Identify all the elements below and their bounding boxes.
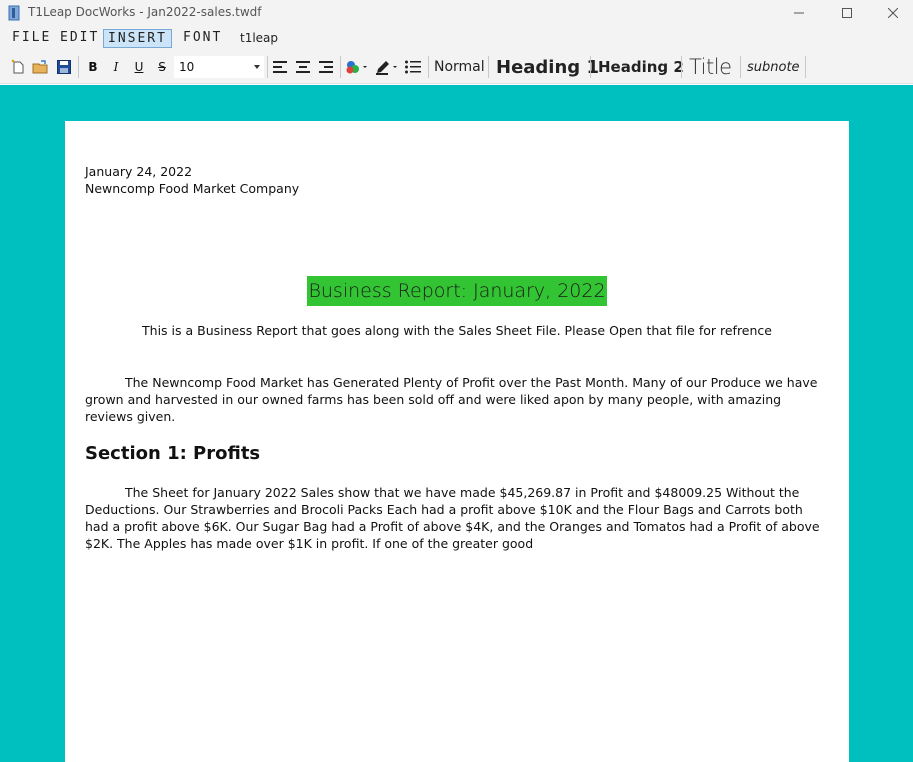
menu-insert[interactable]: INSERT [103,29,172,48]
maximize-button[interactable] [824,0,870,26]
bullet-list-button[interactable] [403,58,423,76]
document-heading-row: Business Report: January, 2022 [65,276,849,306]
document-page[interactable]: January 24, 2022 Newncomp Food Market Co… [65,121,849,762]
align-center-icon [296,61,310,73]
close-icon [888,8,898,18]
close-button[interactable] [870,0,913,26]
fill-color-icon [346,61,367,74]
toolbar: B I U S 10 Normal Heading 1 Heading 2 Ti… [0,50,913,84]
align-left-icon [273,61,287,73]
document-paragraph: The Sheet for January 2022 Sales show th… [85,485,820,551]
chevron-down-icon [254,65,260,69]
document-company: Newncomp Food Market Company [85,181,300,196]
toolbar-separator [590,56,591,78]
toolbar-separator [340,56,341,78]
app-window: T1Leap DocWorks - Jan2022-sales.twdf FIL… [0,0,913,762]
style-subnote-button[interactable]: subnote [747,54,800,80]
pen-color-icon [376,61,397,75]
align-right-icon [319,61,333,73]
section-heading: Section 1: Profits [85,443,261,464]
document-subtitle: This is a Business Report that goes alon… [142,323,772,338]
app-icon [8,5,20,21]
strikethrough-button[interactable]: S [153,57,171,77]
save-icon [57,60,71,74]
open-button[interactable] [31,57,51,77]
menu-file[interactable]: FILE [8,29,55,48]
align-center-button[interactable] [294,58,312,76]
minimize-button[interactable] [776,0,822,26]
document-date: January 24, 2022 [85,164,193,179]
open-folder-icon [32,60,48,74]
document-paragraph: The Newncomp Food Market has Generated P… [85,375,818,424]
minimize-icon [794,12,804,14]
style-normal-button[interactable]: Normal [434,54,485,80]
bold-button[interactable]: B [84,57,102,77]
document-workspace: January 24, 2022 Newncomp Food Market Co… [0,85,913,762]
toolbar-separator [428,56,429,78]
align-right-button[interactable] [317,58,335,76]
title-bar: T1Leap DocWorks - Jan2022-sales.twdf [0,0,913,26]
style-heading2-button[interactable]: Heading 2 [598,54,684,80]
menu-bar: FILE EDIT INSERT FONT t1leap [0,26,913,50]
toolbar-separator [488,56,489,78]
maximize-icon [842,8,852,18]
menu-edit[interactable]: EDIT [56,29,103,48]
pen-color-button[interactable] [374,58,400,76]
toolbar-separator [740,56,741,78]
style-title-button[interactable]: Title [689,54,732,80]
toolbar-separator [681,56,682,78]
menu-t1leap[interactable]: t1leap [236,29,282,48]
toolbar-separator [78,56,79,78]
new-document-button[interactable] [9,57,27,77]
italic-button[interactable]: I [107,57,125,77]
menu-font[interactable]: FONT [179,29,226,48]
font-size-select[interactable]: 10 [174,56,264,78]
underline-button[interactable]: U [130,57,148,77]
toolbar-separator [267,56,268,78]
align-left-button[interactable] [271,58,289,76]
window-title: T1Leap DocWorks - Jan2022-sales.twdf [28,5,262,19]
bullet-list-icon [405,60,421,74]
fill-color-button[interactable] [344,58,370,76]
style-heading1-button[interactable]: Heading 1 [496,54,599,80]
save-button[interactable] [55,57,73,77]
font-size-value: 10 [179,60,195,74]
document-heading: Business Report: January, 2022 [307,276,607,306]
toolbar-separator [805,56,806,78]
new-document-icon [11,59,24,74]
